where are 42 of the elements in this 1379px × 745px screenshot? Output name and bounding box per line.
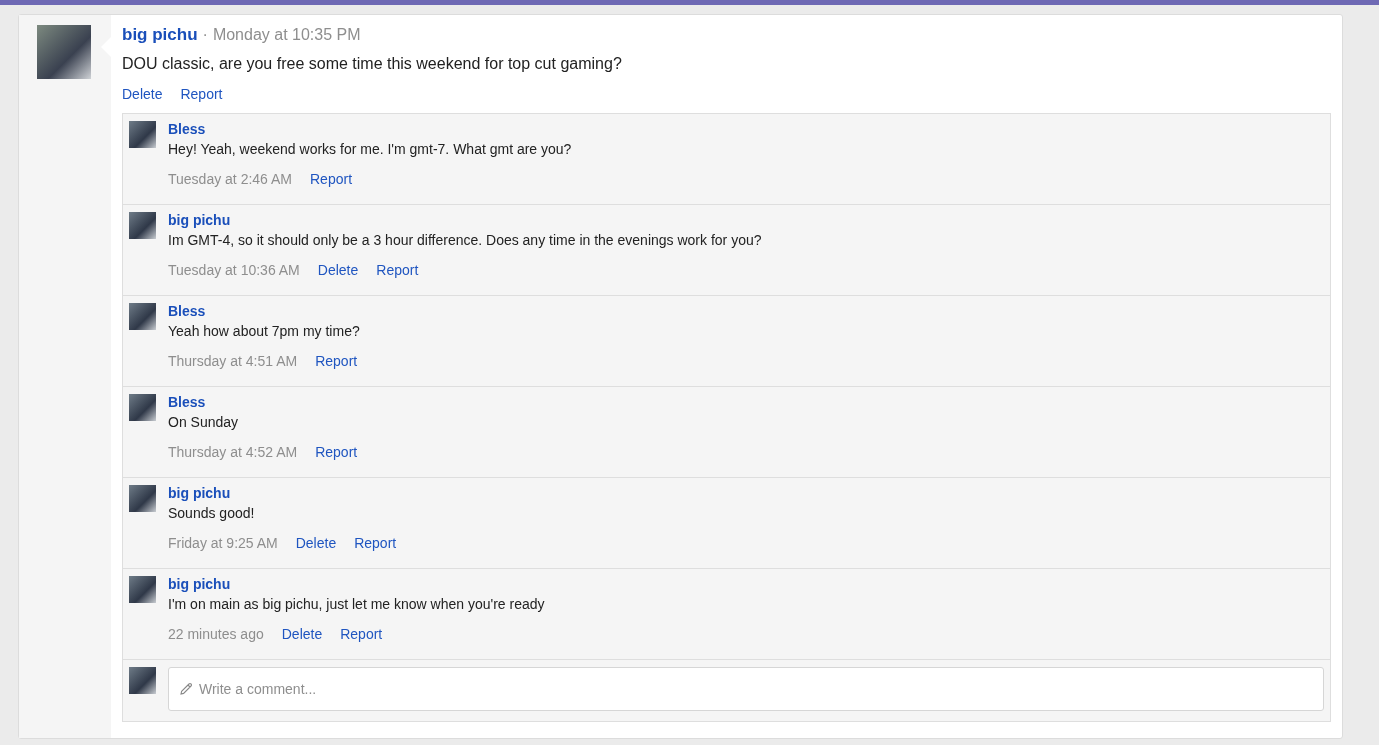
author-link[interactable]: big pichu (122, 25, 198, 45)
action-link[interactable]: Report (180, 86, 223, 102)
avatar-placeholder (129, 485, 156, 512)
action-link[interactable]: Report (315, 444, 358, 460)
comment-text: Hey! Yeah, weekend works for me. I'm gmt-7. What gmt are you? (168, 141, 572, 157)
comment-time: Thursday at 4:52 AM (168, 444, 298, 460)
comment-text: On Sunday (168, 414, 240, 430)
action-link[interactable]: Report (340, 626, 383, 642)
action-link[interactable]: Delete (122, 86, 163, 102)
action-link[interactable]: Delete (295, 535, 337, 551)
comment-text: Yeah how about 7pm my time? (168, 323, 360, 339)
action-link[interactable]: Report (376, 262, 419, 278)
avatar-placeholder (129, 121, 156, 148)
comment-text: I'm on main as big pichu, just let me know when you're ready (168, 596, 545, 612)
comment-text: Im GMT-4, so it should only be a 3 hour difference. Does any time in the evenings work for you? (168, 232, 762, 248)
comment-time: Tuesday at 2:46 AM (168, 171, 292, 187)
comment-time: Friday at 9:25 AM (168, 535, 278, 551)
action-link[interactable]: Report (354, 535, 397, 551)
avatar-placeholder (129, 212, 156, 239)
comment-time: Thursday at 4:51 AM (168, 353, 298, 369)
avatar-placeholder (129, 576, 156, 603)
action-link[interactable]: Delete (317, 262, 359, 278)
comment-field[interactable]: Write a comment... (168, 667, 1324, 711)
action-link[interactable]: Report (310, 171, 353, 187)
author-link[interactable]: Bless (168, 303, 360, 319)
comment-time: Tuesday at 10:36 AM (168, 262, 300, 278)
author-link[interactable]: big pichu (168, 576, 545, 592)
avatar-placeholder (129, 667, 156, 694)
comment-text: Sounds good! (168, 505, 256, 521)
author-link[interactable]: Bless (168, 121, 572, 137)
author-link[interactable]: Bless (168, 394, 358, 410)
action-link[interactable]: Report (315, 353, 358, 369)
author-link[interactable]: big pichu (168, 212, 762, 228)
comment-time: 22 minutes ago (168, 626, 264, 642)
avatar-placeholder (37, 25, 91, 79)
post-time: Monday at 10:35 PM (212, 26, 361, 44)
action-link[interactable]: Delete (281, 626, 323, 642)
avatar-placeholder (129, 394, 156, 421)
author-link[interactable]: big pichu (168, 485, 397, 501)
avatar-placeholder (129, 303, 156, 330)
post-message: DOU classic, are you free some time this weekend for top cut gaming? (122, 55, 623, 73)
separator: · (202, 26, 208, 44)
